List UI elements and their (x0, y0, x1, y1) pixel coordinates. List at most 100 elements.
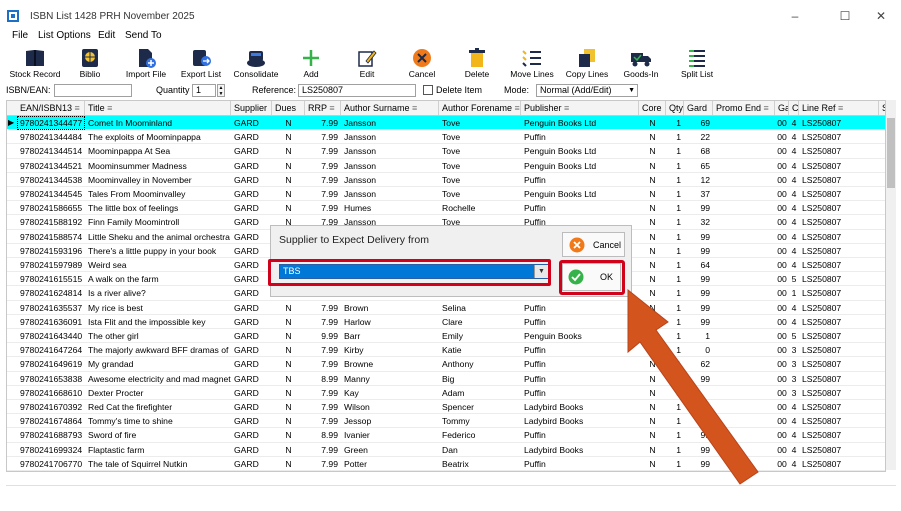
table-cell: A walk on the farm (88, 274, 159, 285)
menu-send-to[interactable]: Send To (125, 30, 162, 41)
table-cell: LS250807 (802, 118, 842, 128)
current-row-indicator-icon: ▶ (8, 118, 15, 127)
column-header[interactable]: Dues (272, 101, 305, 115)
table-row[interactable]: 9780241344538 Moominvalley in November GAR… (7, 173, 885, 187)
delete-button[interactable]: Delete (460, 44, 494, 84)
table-cell: N (649, 189, 656, 199)
table-cell: The tale of Squirrel Nutkin (88, 458, 188, 469)
column-header[interactable]: C (789, 101, 799, 115)
table-cell: 00 (777, 189, 787, 199)
filter-icon[interactable]: ≡ (761, 103, 769, 113)
table-cell: N (285, 430, 292, 441)
table-cell: Tove (442, 189, 461, 199)
table-cell: N (649, 217, 656, 228)
edit-button[interactable]: Edit (350, 44, 384, 84)
table-row[interactable]: 9780241344484 The exploits of Moominpappa… (7, 130, 885, 145)
menu-edit[interactable]: Edit (98, 30, 115, 41)
minimize-button[interactable]: – (780, 8, 810, 24)
column-header[interactable]: Author Surname ≡ (341, 101, 439, 115)
goods-in-button[interactable]: Goods-In (620, 44, 662, 84)
table-cell: GARD (234, 146, 259, 157)
split-list-button[interactable]: Split List (676, 44, 718, 84)
table-row[interactable]: 9780241344521 Moominsummer Madness GARD N 7.… (7, 159, 885, 173)
table-cell: Finn Family Moomintroll (88, 217, 180, 228)
table-cell: Moominsummer Madness (88, 160, 187, 171)
table-cell: 1 (676, 174, 681, 185)
table-cell: 99 (700, 231, 710, 242)
table-cell: 00 (777, 118, 787, 128)
table-cell: LS250807 (802, 373, 842, 384)
table-cell: LS250807 (802, 160, 842, 171)
filter-icon[interactable]: ≡ (72, 103, 80, 113)
toolbar: Stock Record Biblio Import File Export L… (0, 44, 901, 84)
column-header-label: Dues (275, 103, 297, 113)
reference-input[interactable]: LS250807 (298, 84, 416, 97)
table-cell: N (285, 146, 292, 157)
move-lines-button[interactable]: Move Lines (507, 44, 557, 84)
dialog-cancel-button[interactable]: Cancel (562, 232, 625, 257)
copy-lines-button[interactable]: Copy Lines (562, 44, 612, 84)
table-cell: Jansson (344, 174, 377, 185)
table-cell: Puffin (524, 174, 546, 185)
filter-icon[interactable]: ≡ (327, 103, 334, 113)
column-header[interactable]: Gard (684, 101, 713, 115)
stock-record-button[interactable]: Stock Record (4, 44, 66, 84)
table-cell: 9780241344484 (20, 132, 83, 143)
column-header[interactable]: Promo End ≡ (713, 101, 775, 115)
mode-select-value: Normal (Add/Edit) (540, 85, 612, 95)
table-cell: GARD (234, 416, 259, 427)
add-button[interactable]: Add (294, 44, 328, 84)
biblio-button[interactable]: Biblio (72, 44, 108, 84)
column-header[interactable]: Line Ref ≡ (799, 101, 879, 115)
table-row[interactable]: 9780241586655 The little box of feelings G… (7, 201, 885, 216)
table-cell: 7.99 (321, 416, 338, 427)
table-row[interactable]: 9780241344545 Tales From Moominvalley GARD… (7, 187, 885, 202)
table-cell: N (285, 302, 292, 313)
menu-file[interactable]: File (12, 30, 28, 41)
table-cell: 00 (777, 132, 787, 143)
maximize-button[interactable]: ☐ (830, 8, 860, 24)
table-row[interactable]: ▶ 9780241344477 Comet In Moominland GARD N 7.… (7, 116, 885, 131)
plus-icon (300, 47, 322, 69)
table-cell: N (285, 402, 292, 412)
isbn-input[interactable] (54, 84, 132, 97)
column-header[interactable]: Qty (666, 101, 684, 115)
column-header[interactable]: Title ≡ (85, 101, 231, 115)
table-cell: LS250807 (802, 387, 842, 398)
filter-icon[interactable]: ≡ (105, 103, 112, 113)
column-header-label: RRP (308, 103, 327, 113)
table-cell: Jessop (344, 416, 372, 427)
export-list-button[interactable]: Export List (177, 44, 225, 84)
delete-item-checkbox[interactable] (423, 85, 433, 95)
column-header[interactable]: Author Forename ≡ (439, 101, 521, 115)
scrollbar-thumb[interactable] (887, 118, 895, 188)
consolidate-button[interactable]: Consolidate (230, 44, 282, 84)
table-row[interactable]: 9780241344514 Moominpappa At Sea GARD N 7.99… (7, 144, 885, 159)
filter-icon[interactable]: ≡ (836, 103, 843, 113)
filter-icon[interactable]: ≡ (410, 103, 417, 113)
close-button[interactable]: ✕ (866, 8, 896, 24)
table-cell: LS250807 (802, 288, 842, 299)
cancel-toolbar-button[interactable]: Cancel (404, 44, 440, 84)
quantity-input[interactable]: 1 (192, 84, 216, 97)
column-header[interactable]: S (879, 101, 885, 115)
column-header[interactable]: EAN/ISBN13 ≡ (17, 101, 85, 115)
filter-icon[interactable]: ≡ (562, 103, 569, 113)
annotation-arrow (627, 288, 759, 485)
quantity-stepper[interactable]: ▲ ▼ (217, 84, 225, 97)
table-cell: 5 (791, 274, 797, 285)
menu-list-options[interactable]: List Options (38, 30, 91, 41)
column-header[interactable]: Core (639, 101, 666, 115)
table-cell: GARD (234, 359, 259, 370)
column-header[interactable]: RRP ≡ (305, 101, 341, 115)
import-file-button[interactable]: Import File (122, 44, 170, 84)
filter-icon[interactable]: ≡ (512, 103, 520, 113)
table-cell: Moominvalley in November (88, 174, 192, 185)
table-cell: 4 (791, 245, 797, 256)
column-header[interactable]: Publisher ≡ (521, 101, 639, 115)
column-header[interactable]: Ga (775, 101, 789, 115)
column-header-label: Publisher (524, 103, 562, 113)
mode-select[interactable]: Normal (Add/Edit) ▼ (536, 84, 638, 97)
column-header[interactable]: Supplier (231, 101, 272, 115)
filter-row: ISBN/EAN: Quantity 1 ▲ ▼ Reference: LS250… (0, 84, 901, 98)
